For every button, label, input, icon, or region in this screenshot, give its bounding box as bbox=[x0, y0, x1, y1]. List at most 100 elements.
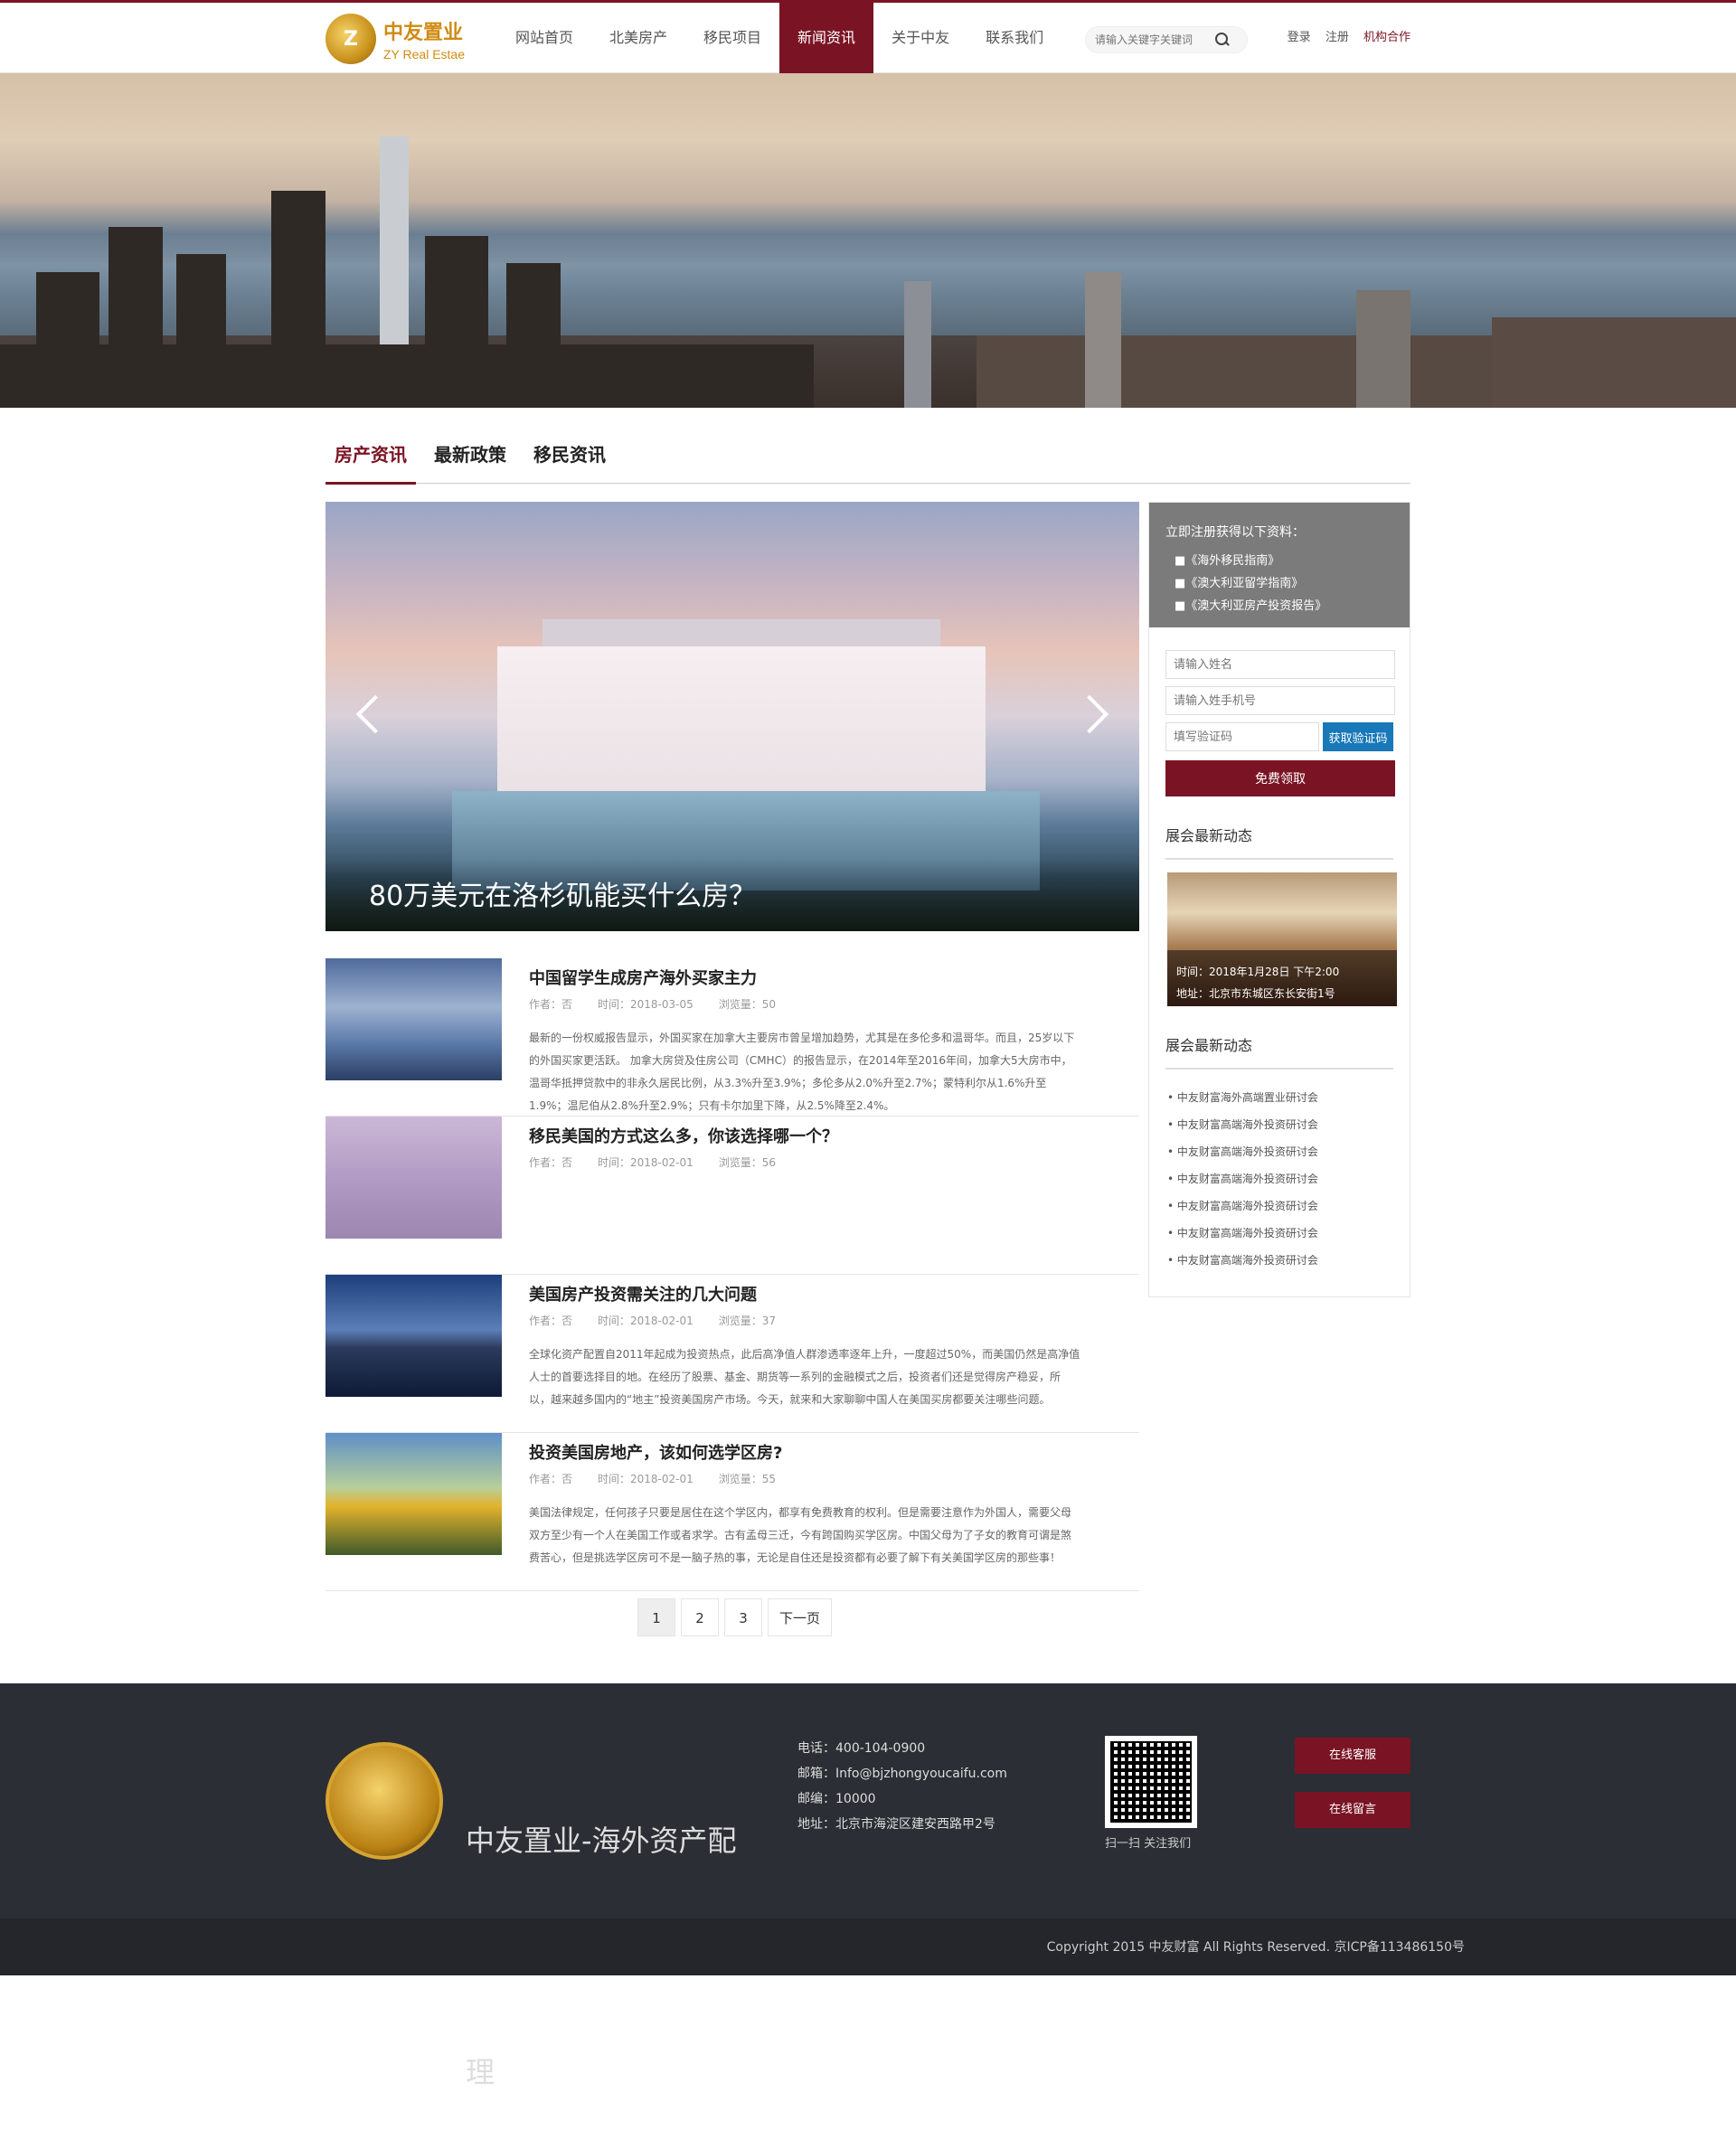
news-desc: 美国法律规定，任何孩子只要是居住在这个学区内，都享有免费教育的权利。但是需要注意… bbox=[529, 1506, 1072, 1564]
search-icon[interactable] bbox=[1212, 31, 1231, 49]
news-meta: 作者：否 时间：2018-02-01 浏览量：56 bbox=[529, 1155, 801, 1170]
expo-time: 时间：2018年1月28日 下午2:00 bbox=[1176, 966, 1340, 978]
banner-city-base bbox=[976, 335, 1519, 408]
nav-news[interactable]: 新闻资讯 bbox=[779, 3, 874, 73]
expo-section-title: 展会最新动态 bbox=[1165, 824, 1393, 860]
nav-immigration[interactable]: 移民项目 bbox=[685, 3, 779, 73]
user-links: 登录 注册 机构合作 bbox=[1277, 3, 1410, 73]
expo-link[interactable]: 中友财富海外高端置业研讨会 bbox=[1167, 1084, 1392, 1111]
news-date: 时间：2018-02-01 bbox=[598, 1315, 693, 1327]
news-title[interactable]: 移民美国的方式这么多，你该选择哪一个？ bbox=[529, 1124, 838, 1147]
news-thumb-landmarks[interactable] bbox=[326, 1117, 502, 1239]
promo-item: ■《澳大利亚房产投资报告》 bbox=[1175, 599, 1327, 613]
page-2[interactable]: 2 bbox=[681, 1598, 719, 1636]
footer-phone: 电话：400-104-0900 bbox=[797, 1741, 926, 1756]
expo-address: 地址：北京市东城区东长安街1号 bbox=[1176, 987, 1335, 1000]
featured-slider[interactable]: 80万美元在洛杉矶能买什么房？ bbox=[326, 502, 1139, 931]
main-nav: 网站首页 北美房产 移民项目 新闻资讯 关于中友 联系我们 bbox=[497, 3, 1061, 73]
banner-city-base bbox=[1492, 317, 1736, 408]
page-3[interactable]: 3 bbox=[724, 1598, 762, 1636]
expo-link[interactable]: 中友财富高端海外投资研讨会 bbox=[1167, 1192, 1392, 1220]
signup-form: 获取验证码 免费领取 bbox=[1149, 627, 1410, 796]
expo-caption: 时间：2018年1月28日 下午2:00 地址：北京市东城区东长安街1号 bbox=[1167, 950, 1397, 1006]
news-title[interactable]: 美国房产投资需关注的几大问题 bbox=[529, 1282, 757, 1305]
news-thumb-school-bus[interactable] bbox=[326, 1433, 502, 1555]
copyright: Copyright 2015 中友财富 All Rights Reserved.… bbox=[1046, 1940, 1465, 1955]
expo-link[interactable]: 中友财富高端海外投资研讨会 bbox=[1167, 1247, 1392, 1274]
news-title[interactable]: 中国留学生成房产海外买家主力 bbox=[529, 966, 757, 989]
news-list: 中国留学生成房产海外买家主力 作者：否 时间：2018-03-05 浏览量：50 最… bbox=[326, 958, 1139, 1591]
expo-links-title: 展会最新动态 bbox=[1165, 1033, 1393, 1070]
page-1[interactable]: 1 bbox=[637, 1598, 675, 1636]
sidebar: 立即注册获得以下资料： ■《海外移民指南》 ■《澳大利亚留学指南》 ■《澳大利亚… bbox=[1148, 502, 1410, 1297]
main-column: 80万美元在洛杉矶能买什么房？ 中国留学生成房产海外买家主力 作者：否 时间：20… bbox=[326, 502, 1139, 1636]
site-header: Z 中友置业 ZY Real Estae 网站首页 北美房产 移民项目 新闻资讯… bbox=[0, 3, 1736, 73]
online-message-button[interactable]: 在线留言 bbox=[1295, 1792, 1410, 1828]
news-title[interactable]: 投资美国房地产，该如何选学区房? bbox=[529, 1440, 782, 1464]
slider-prev-icon[interactable] bbox=[355, 694, 395, 734]
slider-caption-text[interactable]: 80万美元在洛杉矶能买什么房？ bbox=[369, 873, 756, 913]
tab-property-news[interactable]: 房产资讯 bbox=[326, 440, 416, 485]
news-item[interactable]: 中国留学生成房产海外买家主力 作者：否 时间：2018-03-05 浏览量：50 最… bbox=[326, 958, 1139, 1117]
expo-link[interactable]: 中友财富高端海外投资研讨会 bbox=[1167, 1165, 1392, 1192]
news-views: 浏览量：37 bbox=[718, 1315, 777, 1327]
slider-caption: 80万美元在洛杉矶能买什么房？ bbox=[326, 859, 1139, 931]
expo-link[interactable]: 中友财富高端海外投资研讨会 bbox=[1167, 1111, 1392, 1138]
footer-bottom-bar bbox=[0, 1918, 1736, 1975]
footer-address: 地址：北京市海淀区建安西路甲2号 bbox=[797, 1817, 995, 1832]
footer-zip: 邮编：10000 bbox=[797, 1792, 876, 1806]
news-author: 作者：否 bbox=[529, 998, 573, 1011]
nav-na-property[interactable]: 北美房产 bbox=[591, 3, 685, 73]
news-item[interactable]: 美国房产投资需关注的几大问题 作者：否 时间：2018-02-01 浏览量：37 全… bbox=[326, 1275, 1139, 1433]
news-thumb-cityscape[interactable] bbox=[326, 1275, 502, 1397]
online-service-button[interactable]: 在线客服 bbox=[1295, 1738, 1410, 1774]
logo-coin-icon: Z bbox=[326, 14, 376, 64]
news-author: 作者：否 bbox=[529, 1473, 573, 1485]
logo[interactable]: Z 中友置业 ZY Real Estae bbox=[326, 12, 484, 66]
logo-en: ZY Real Estae bbox=[383, 47, 466, 61]
news-meta: 作者：否 时间：2018-02-01 浏览量：55 bbox=[529, 1471, 801, 1486]
news-author: 作者：否 bbox=[529, 1156, 573, 1169]
slider-next-icon[interactable] bbox=[1070, 694, 1109, 734]
get-code-button[interactable]: 获取验证码 bbox=[1323, 722, 1393, 751]
search-input[interactable] bbox=[1086, 33, 1212, 46]
page-next[interactable]: 下一页 bbox=[768, 1598, 833, 1636]
footer-email: 邮箱：Info@bjzhongyoucaifu.com bbox=[797, 1767, 1007, 1781]
tab-immigration-news[interactable]: 移民资讯 bbox=[524, 440, 615, 483]
news-desc: 最新的一份权威报告显示，外国买家在加拿大主要房市曾呈增加趋势，尤其是在多伦多和温… bbox=[529, 1032, 1075, 1112]
nav-contact[interactable]: 联系我们 bbox=[967, 3, 1061, 73]
expo-link[interactable]: 中友财富高端海外投资研讨会 bbox=[1167, 1220, 1392, 1247]
qr-caption: 扫一扫 关注我们 bbox=[1105, 1837, 1192, 1851]
news-item[interactable]: 投资美国房地产，该如何选学区房? 作者：否 时间：2018-02-01 浏览量：55… bbox=[326, 1433, 1139, 1591]
banner-building bbox=[1085, 272, 1121, 408]
news-item[interactable]: 移民美国的方式这么多，你该选择哪一个？ 作者：否 时间：2018-02-01 浏览量… bbox=[326, 1117, 1139, 1275]
search-box bbox=[1085, 26, 1248, 53]
hero-banner bbox=[0, 73, 1736, 408]
news-views: 浏览量：50 bbox=[718, 998, 777, 1011]
promo-item: ■《澳大利亚留学指南》 bbox=[1175, 577, 1304, 590]
register-link[interactable]: 注册 bbox=[1326, 31, 1349, 44]
free-claim-button[interactable]: 免费领取 bbox=[1165, 760, 1395, 796]
verify-code-field[interactable] bbox=[1165, 722, 1319, 751]
expo-link[interactable]: 中友财富高端海外投资研讨会 bbox=[1167, 1138, 1392, 1165]
pagination: 1 2 3 下一页 bbox=[637, 1598, 837, 1636]
phone-field[interactable] bbox=[1165, 686, 1395, 715]
tab-latest-policy[interactable]: 最新政策 bbox=[425, 440, 515, 483]
qr-code-icon bbox=[1105, 1736, 1197, 1828]
banner-building bbox=[904, 281, 931, 408]
content-area: 80万美元在洛杉矶能买什么房？ 中国留学生成房产海外买家主力 作者：否 时间：20… bbox=[326, 502, 1410, 1650]
banner-building bbox=[1356, 290, 1410, 408]
news-views: 浏览量：55 bbox=[718, 1473, 777, 1485]
news-views: 浏览量：56 bbox=[718, 1156, 777, 1169]
login-link[interactable]: 登录 bbox=[1288, 31, 1311, 44]
expo-image[interactable]: 时间：2018年1月28日 下午2:00 地址：北京市东城区东长安街1号 bbox=[1167, 872, 1397, 1006]
partner-link[interactable]: 机构合作 bbox=[1363, 31, 1410, 44]
promo-title: 立即注册获得以下资料： bbox=[1165, 525, 1305, 540]
nav-home[interactable]: 网站首页 bbox=[497, 3, 591, 73]
name-field[interactable] bbox=[1165, 650, 1395, 679]
news-date: 时间：2018-02-01 bbox=[598, 1156, 693, 1169]
footer-logo-icon bbox=[326, 1742, 443, 1860]
nav-about[interactable]: 关于中友 bbox=[873, 3, 967, 73]
banner-water bbox=[0, 263, 1736, 335]
news-thumb-graduates[interactable] bbox=[326, 958, 502, 1080]
